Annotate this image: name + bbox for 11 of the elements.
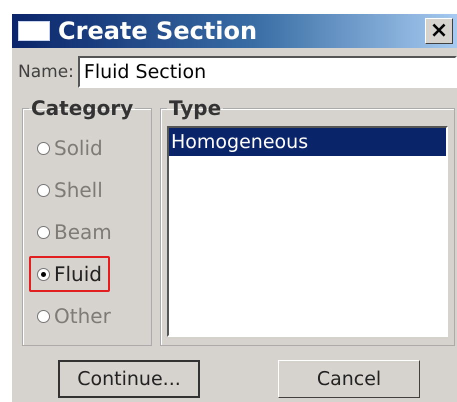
cancel-button[interactable]: Cancel	[278, 360, 420, 398]
window-title: Create Section	[58, 17, 258, 45]
category-radio[interactable]: Fluid	[29, 256, 110, 292]
type-title: Type	[168, 96, 222, 120]
name-field[interactable]: Fluid Section	[78, 56, 457, 88]
continue-button[interactable]: Continue...	[58, 360, 200, 398]
name-label: Name:	[18, 62, 74, 82]
window-icon	[18, 21, 50, 41]
category-title: Category	[30, 96, 134, 120]
type-item[interactable]: Homogeneous	[169, 128, 446, 156]
close-button[interactable]: ×	[425, 18, 453, 44]
